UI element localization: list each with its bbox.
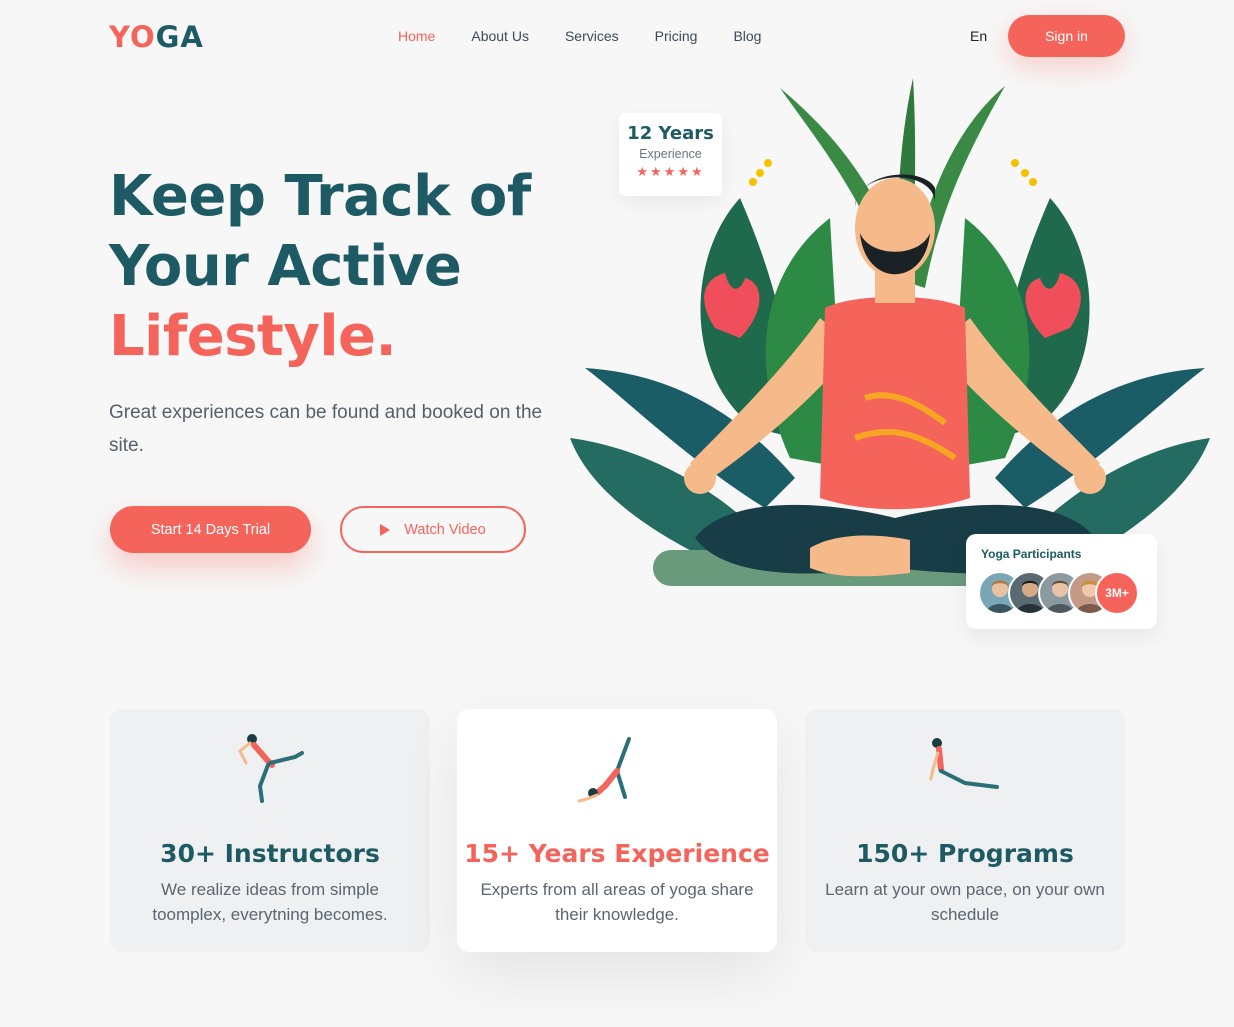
right-hand [1074,462,1106,494]
logo-part-1: YO [109,20,156,54]
feature-text: Experts from all areas of yoga share the… [480,880,754,924]
nav-link-blog[interactable]: Blog [733,28,761,44]
feature-title: 15+ Years Experience [464,839,770,868]
start-trial-button[interactable]: Start 14 Days Trial [110,506,311,553]
hero-title-line-2: Your Active [109,234,462,299]
play-icon [380,523,391,536]
feature-title: 150+ Programs [856,839,1074,868]
sign-in-button[interactable]: Sign in [1008,15,1125,57]
watch-video-label: Watch Video [404,521,486,538]
feature-text: We realize ideas from simple toomplex, e… [152,880,388,924]
avatar-group: 3M+ [978,571,1153,617]
language-selector[interactable]: En [970,28,987,44]
nav-link-home[interactable]: Home [398,28,435,44]
downward-dog-pose-icon [577,737,631,803]
feature-card-programs: 150+ Programs Learn at your own pace, on… [805,709,1125,952]
nav-link-services[interactable]: Services [565,28,619,44]
tank-top [820,296,970,510]
participants-title: Yoga Participants [981,547,1082,561]
hero-title: Keep Track of Your Active Lifestyle. [109,162,579,372]
logo-part-2: GA [155,20,204,54]
main-menu: Home About Us Services Pricing Blog [398,28,761,44]
watch-video-button[interactable]: Watch Video [340,506,526,553]
feature-card-instructors: 30+ Instructors We realize ideas from si… [110,709,430,952]
experience-badge: 12 Years Experience ★★★★★ [619,113,722,196]
logo[interactable]: YOGA [109,20,204,54]
nav-link-pricing[interactable]: Pricing [655,28,698,44]
nav-link-about[interactable]: About Us [471,28,529,44]
foot [810,535,910,577]
left-hand [684,462,716,494]
feature-text: Learn at your own pace, on your own sche… [825,880,1105,924]
top-navbar: YOGA Home About Us Services Pricing Blog… [0,0,1234,72]
hero-title-line-3: Lifestyle. [109,304,397,369]
hero-subtitle: Great experiences can be found and booke… [109,402,543,456]
feature-card-experience: 15+ Years Experience Experts from all ar… [457,709,777,952]
participants-card: Yoga Participants 3M+ [966,534,1157,629]
hero-title-line-1: Keep Track of [109,164,531,229]
experience-label: Experience [639,147,702,161]
rating-stars-icon: ★★★★★ [636,164,705,179]
feature-title: 30+ Instructors [160,839,380,868]
experience-years: 12 Years [627,123,714,144]
cobra-pose-icon [929,738,999,789]
participants-count: 3M+ [1095,571,1139,615]
dancer-pose-icon [238,734,304,803]
